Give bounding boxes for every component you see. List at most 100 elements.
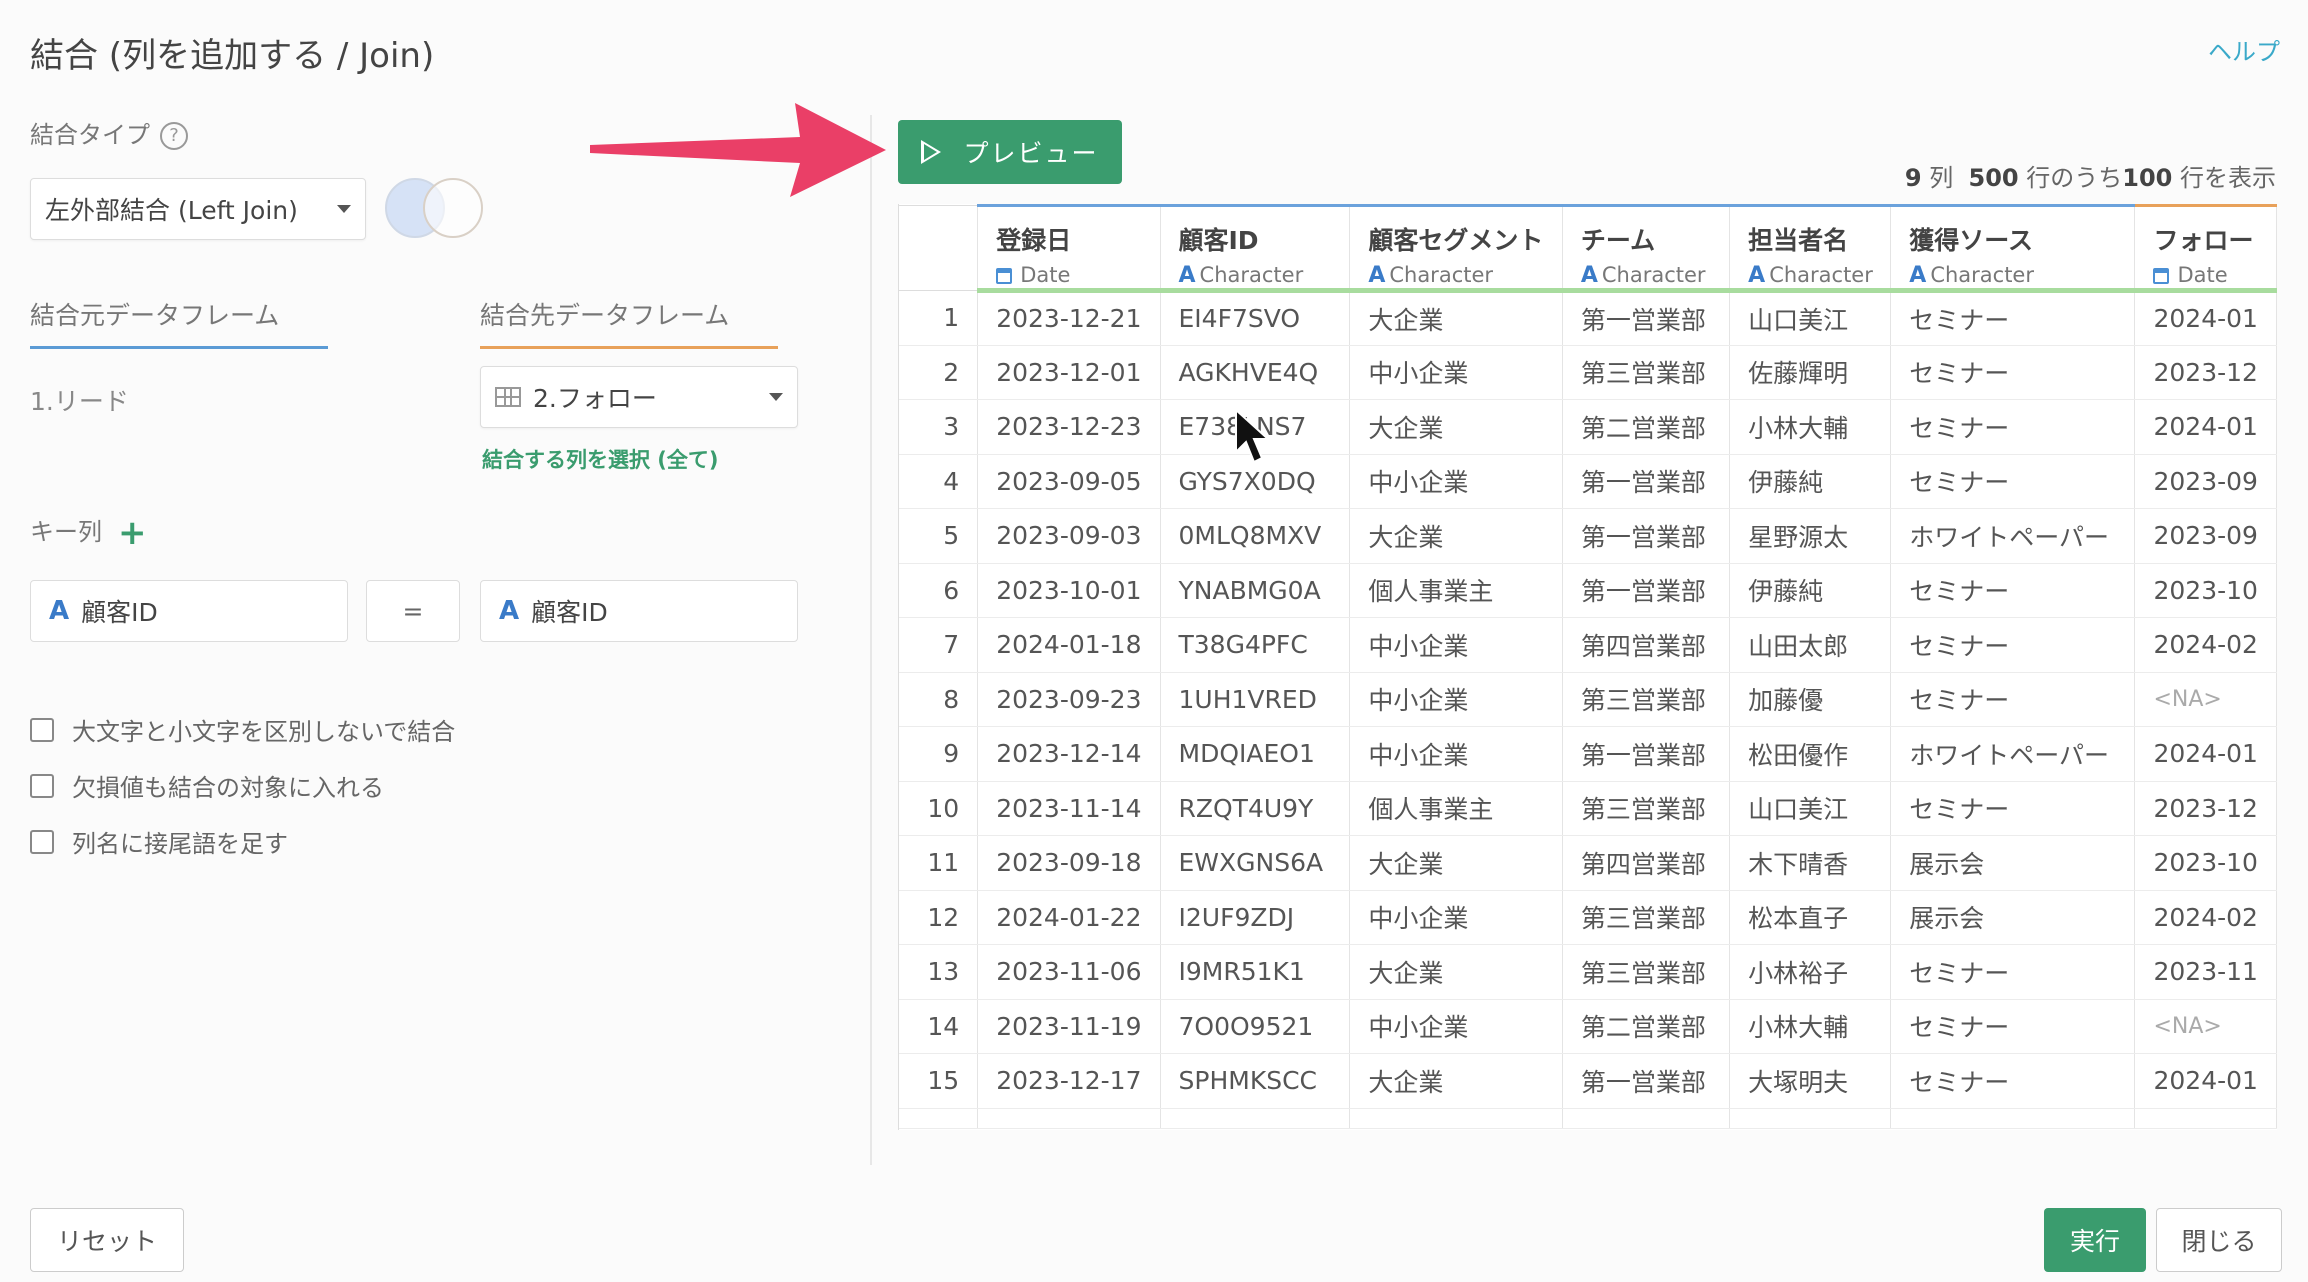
table-cell xyxy=(1890,1108,2136,1129)
table-row: 5 2023-09-03 0MLQ8MXV 大企業 第一営業部 星野源太 ホワイトペーパー 2… xyxy=(899,508,2277,564)
column-type-label: Character xyxy=(1389,263,1494,287)
column-name: 顧客ID xyxy=(1178,226,1259,255)
table-cell: I2UF9ZDJ xyxy=(1160,890,1351,945)
play-icon xyxy=(921,140,942,164)
character-type-icon: A xyxy=(1580,263,1598,288)
target-dataframe-value: 2.フォロー xyxy=(533,384,657,413)
reset-button[interactable]: リセット xyxy=(30,1208,184,1272)
column-header[interactable]: フォロー Date xyxy=(2134,204,2277,293)
column-count-unit: 列 xyxy=(1929,164,1954,192)
column-header[interactable]: 獲得ソース A Character xyxy=(1890,204,2136,293)
column-type-label: Date xyxy=(2177,263,2228,287)
include-na-checkbox[interactable]: 欠損値も結合の対象に入れる xyxy=(30,768,384,803)
target-dataframe-select[interactable]: 2.フォロー xyxy=(480,366,798,428)
column-header[interactable]: 顧客ID A Character xyxy=(1160,204,1351,293)
table-cell: 2023-09-23 xyxy=(977,672,1161,727)
table-cell: 松田優作 xyxy=(1729,726,1892,782)
key-left-value: 顧客ID xyxy=(81,598,158,627)
column-header[interactable]: 担当者名 A Character xyxy=(1729,204,1892,293)
table-cell: ホワイトペーパー xyxy=(1890,508,2136,564)
table-cell: 星野源太 xyxy=(1729,508,1892,564)
row-index: 11 xyxy=(899,835,979,891)
mouse-cursor-icon xyxy=(1235,408,1271,464)
table-cell: I9MR51K1 xyxy=(1160,944,1351,1000)
table-cell: 第三営業部 xyxy=(1562,781,1731,836)
table-cell: セミナー xyxy=(1890,454,2136,509)
table-cell: <NA> xyxy=(2134,999,2277,1054)
table-cell: セミナー xyxy=(1890,617,2136,673)
table-row: 13 2023-11-06 I9MR51K1 大企業 第三営業部 小林裕子 セミナー 2023… xyxy=(899,944,2277,1000)
table-cell: 2023-12-21 xyxy=(977,290,1161,346)
panel-divider xyxy=(870,115,872,1165)
preview-button-label: プレビュー xyxy=(963,139,1099,168)
add-key-icon[interactable]: + xyxy=(118,513,147,553)
key-left-select[interactable]: A 顧客ID xyxy=(30,580,348,642)
table-cell: 2023-11 xyxy=(2134,944,2277,1000)
key-operator[interactable]: = xyxy=(366,580,460,642)
table-cell: 中小企業 xyxy=(1349,617,1563,673)
table-row: 15 2023-12-17 SPHMKSCC 大企業 第一営業部 大塚明夫 セミナー 2024… xyxy=(899,1053,2277,1109)
tab-target-dataframe[interactable]: 結合先データフレーム xyxy=(480,296,778,349)
tab-source-dataframe[interactable]: 結合元データフレーム xyxy=(30,296,328,349)
table-cell: 2023-09-03 xyxy=(977,508,1161,564)
table-cell: 第三営業部 xyxy=(1562,672,1731,727)
column-type-label: Character xyxy=(1930,263,2034,287)
column-name: 登録日 xyxy=(996,226,1072,255)
table-cell: 小林大輔 xyxy=(1729,999,1892,1054)
chevron-down-icon xyxy=(769,393,783,401)
question-icon[interactable]: ? xyxy=(160,122,188,150)
preview-table-container[interactable]: 登録日 Date 顧客ID A Character 顧客セグメント A Character チー… xyxy=(898,204,2277,1130)
character-type-icon: A xyxy=(1748,263,1766,288)
checkbox-box[interactable] xyxy=(30,773,54,798)
column-type-label: Character xyxy=(1601,263,1706,287)
case-insensitive-checkbox[interactable]: 大文字と小文字を区別しないで結合 xyxy=(30,712,455,747)
table-cell: 2023-11-06 xyxy=(977,944,1161,1000)
column-header[interactable]: 顧客セグメント A Character xyxy=(1349,204,1563,293)
table-cell: EI4F7SVO xyxy=(1160,290,1351,346)
run-button[interactable]: 実行 xyxy=(2044,1208,2146,1272)
calendar-icon xyxy=(996,268,1013,284)
row-index: 3 xyxy=(899,399,979,455)
table-cell: セミナー xyxy=(1890,999,2136,1054)
close-button[interactable]: 閉じる xyxy=(2156,1208,2282,1272)
character-type-icon: A xyxy=(499,596,520,626)
help-link[interactable]: ヘルプ xyxy=(2208,32,2280,67)
key-right-select[interactable]: A 顧客ID xyxy=(480,580,798,642)
checkbox-box[interactable] xyxy=(30,717,54,742)
table-cell: 2023-11-19 xyxy=(977,999,1161,1054)
column-name: 獲得ソース xyxy=(1909,226,2034,255)
row-index: 2 xyxy=(899,345,979,400)
column-header[interactable]: 登録日 Date xyxy=(977,204,1161,293)
table-cell: 松本直子 xyxy=(1729,890,1892,945)
table-cell: YNABMG0A xyxy=(1160,563,1351,618)
column-type-label: Date xyxy=(1020,263,1071,287)
table-cell: 山田太郎 xyxy=(1729,617,1892,673)
table-icon xyxy=(495,387,521,407)
select-columns-link[interactable]: 結合する列を選択 (全て) xyxy=(482,444,719,474)
table-cell xyxy=(899,1108,979,1129)
table-cell: 第一営業部 xyxy=(1562,726,1731,782)
table-cell: <NA> xyxy=(2134,672,2277,727)
table-cell: 2024-02 xyxy=(2134,617,2277,673)
column-header[interactable]: チーム A Character xyxy=(1562,204,1731,293)
table-cell: 中小企業 xyxy=(1349,345,1563,400)
preview-button[interactable]: プレビュー xyxy=(898,120,1122,184)
table-row: 7 2024-01-18 T38G4PFC 中小企業 第四営業部 山田太郎 セミナー 2024… xyxy=(899,617,2277,673)
table-row: 14 2023-11-19 7O0O9521 中小企業 第二営業部 小林大輔 セミナー <NA… xyxy=(899,999,2277,1054)
checkbox-box[interactable] xyxy=(30,829,54,854)
table-row: 9 2023-12-14 MDQIAEO1 中小企業 第一営業部 松田優作 ホワイトペーパー… xyxy=(899,726,2277,782)
table-cell xyxy=(1562,1108,1731,1129)
row-index: 10 xyxy=(899,781,979,836)
table-cell: AGKHVE4Q xyxy=(1160,345,1351,400)
table-header-row: 登録日 Date 顧客ID A Character 顧客セグメント A Character チー… xyxy=(899,204,2277,293)
table-cell: 大企業 xyxy=(1349,1053,1563,1109)
table-cell: 個人事業主 xyxy=(1349,781,1563,836)
table-cell: 第一営業部 xyxy=(1562,1053,1731,1109)
dialog-title: 結合 (列を追加する / Join) xyxy=(30,36,435,76)
add-suffix-checkbox[interactable]: 列名に接尾語を足す xyxy=(30,824,288,859)
table-cell: 第一営業部 xyxy=(1562,508,1731,564)
join-type-select[interactable]: 左外部結合 (Left Join) xyxy=(30,178,366,240)
table-row: 8 2023-09-23 1UH1VRED 中小企業 第三営業部 加藤優 セミナー <NA> xyxy=(899,672,2277,727)
table-cell: 佐藤輝明 xyxy=(1729,345,1892,400)
table-cell: 2023-12 xyxy=(2134,345,2277,400)
